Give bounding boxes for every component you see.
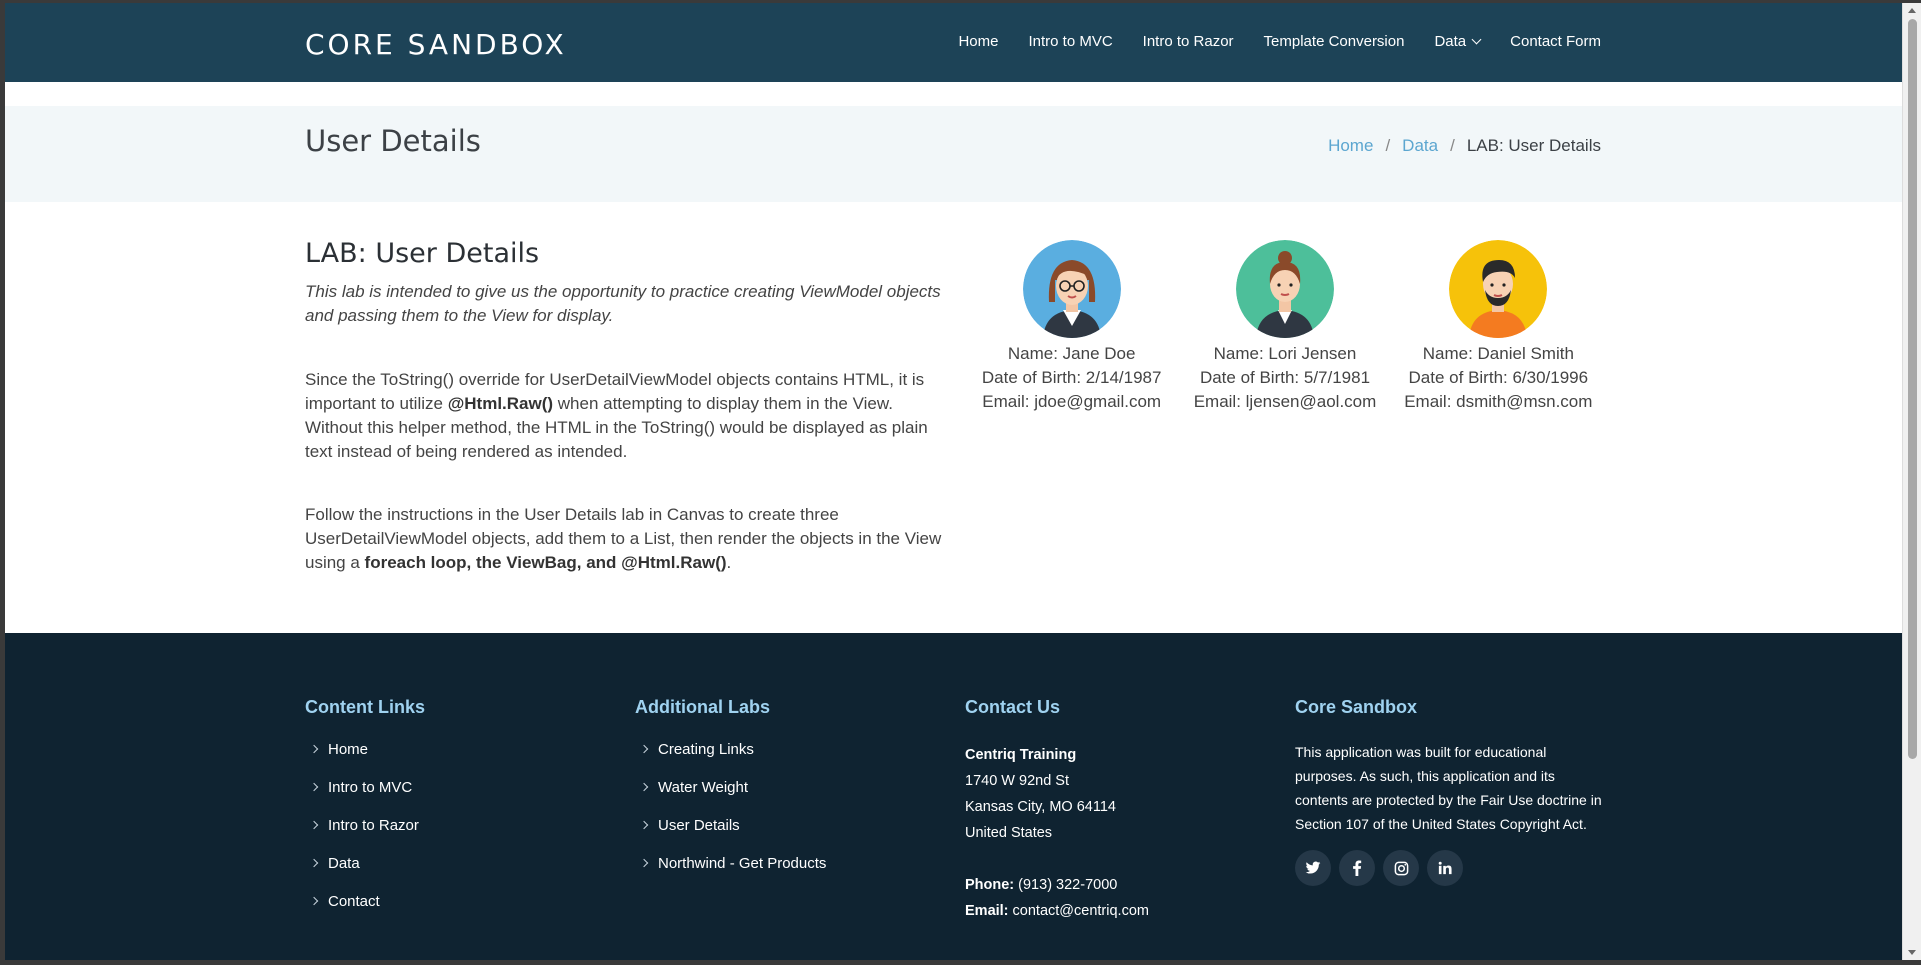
- user-email: Email: jdoe@gmail.com: [982, 392, 1162, 411]
- nav-home[interactable]: Home: [958, 33, 998, 50]
- site-header: CORE SANDBOX Home Intro to MVC Intro to …: [5, 3, 1902, 82]
- footer-link-user-details[interactable]: User Details: [635, 806, 935, 844]
- footer-link-creating-links[interactable]: Creating Links: [635, 730, 935, 768]
- phone-value: (913) 322-7000: [1014, 877, 1118, 893]
- social-links: [1295, 850, 1605, 886]
- footer-link-label: Intro to Razor: [328, 816, 419, 834]
- footer-link-northwind[interactable]: Northwind - Get Products: [635, 844, 935, 882]
- text: .: [726, 553, 732, 572]
- user-email: Email: dsmith@msn.com: [1404, 392, 1593, 411]
- site-logo[interactable]: CORE SANDBOX: [305, 28, 567, 61]
- scroll-down-icon[interactable]: [1908, 950, 1916, 955]
- site-footer: Content Links Home Intro to MVC Intro to…: [5, 633, 1902, 960]
- footer-link-intro-razor[interactable]: Intro to Razor: [305, 806, 605, 844]
- email-value[interactable]: contact@centriq.com: [1009, 903, 1149, 919]
- nav-data-label: Data: [1434, 33, 1467, 50]
- breadcrumb-separator: /: [1385, 136, 1391, 155]
- contact-email: Email: contact@centriq.com: [965, 898, 1265, 924]
- footer-content-links: Content Links Home Intro to MVC Intro to…: [305, 697, 605, 920]
- user-dob: Date of Birth: 6/30/1996: [1408, 368, 1589, 387]
- footer-heading: Additional Labs: [635, 697, 770, 717]
- woman-glasses-avatar: [1022, 240, 1121, 338]
- footer-link-water-weight[interactable]: Water Weight: [635, 768, 935, 806]
- footer-link-intro-mvc[interactable]: Intro to MVC: [305, 768, 605, 806]
- bold-text: foreach loop, the ViewBag, and @Html.Raw…: [364, 553, 727, 572]
- footer-heading: Content Links: [305, 697, 425, 717]
- breadcrumb-home[interactable]: Home: [1328, 136, 1373, 156]
- user-list: Name: Jane Doe Date of Birth: 2/14/1987 …: [965, 240, 1605, 414]
- user-card: Name: Jane Doe Date of Birth: 2/14/1987 …: [965, 240, 1178, 414]
- contact-phone: Phone: (913) 322-7000: [965, 872, 1265, 898]
- footer-heading: Core Sandbox: [1295, 697, 1418, 717]
- footer-link-home[interactable]: Home: [305, 730, 605, 768]
- main-nav: Home Intro to MVC Intro to Razor Templat…: [958, 33, 1601, 50]
- chevron-right-icon: [309, 744, 319, 754]
- contact-address2: Kansas City, MO 64114: [965, 799, 1116, 815]
- twitter-icon[interactable]: [1295, 850, 1331, 886]
- instagram-icon[interactable]: [1383, 850, 1419, 886]
- lab-intro: This lab is intended to give us the oppo…: [305, 282, 941, 325]
- footer-link-data[interactable]: Data: [305, 844, 605, 882]
- nav-data-dropdown[interactable]: Data: [1434, 33, 1482, 50]
- nav-intro-mvc[interactable]: Intro to MVC: [1028, 33, 1112, 50]
- page-title-bar: User Details Home / Data / LAB: User Det…: [5, 106, 1902, 202]
- chevron-right-icon: [639, 744, 649, 754]
- lab-title: LAB: User Details: [305, 238, 540, 269]
- page-title: User Details: [305, 124, 481, 158]
- chevron-right-icon: [309, 782, 319, 792]
- scroll-up-icon[interactable]: [1908, 8, 1916, 13]
- user-card: Name: Daniel Smith Date of Birth: 6/30/1…: [1392, 240, 1605, 414]
- about-text: This application was built for education…: [1295, 744, 1602, 832]
- nav-contact-form[interactable]: Contact Form: [1510, 33, 1601, 50]
- user-card: Name: Lori Jensen Date of Birth: 5/7/198…: [1178, 240, 1391, 414]
- footer-link-label: Creating Links: [658, 740, 754, 758]
- user-name: Name: Lori Jensen: [1213, 344, 1357, 363]
- breadcrumb-current: LAB: User Details: [1466, 136, 1601, 155]
- browser-viewport: CORE SANDBOX Home Intro to MVC Intro to …: [5, 3, 1902, 960]
- footer-additional-labs: Additional Labs Creating Links Water Wei…: [635, 697, 935, 882]
- breadcrumb-separator: /: [1450, 136, 1455, 155]
- breadcrumb: Home / Data / LAB: User Details: [1328, 136, 1601, 156]
- footer-link-label: Home: [328, 740, 369, 758]
- lab-paragraph-html-raw: Since the ToString() override for UserDe…: [305, 368, 945, 464]
- footer-link-label: User Details: [658, 816, 740, 834]
- user-dob: Date of Birth: 5/7/1981: [1199, 368, 1371, 387]
- man-beard-avatar: [1449, 240, 1548, 338]
- nav-template-conversion[interactable]: Template Conversion: [1264, 33, 1405, 50]
- chevron-right-icon: [639, 858, 649, 868]
- vertical-scrollbar[interactable]: [1902, 3, 1921, 960]
- contact-country: United States: [965, 825, 1053, 841]
- user-name: Name: Jane Doe: [1007, 344, 1136, 363]
- chevron-right-icon: [309, 820, 319, 830]
- user-email: Email: ljensen@aol.com: [1193, 392, 1377, 411]
- user-name: Name: Daniel Smith: [1422, 344, 1574, 363]
- scrollbar-thumb[interactable]: [1908, 19, 1917, 759]
- user-dob: Date of Birth: 2/14/1987: [981, 368, 1162, 387]
- chevron-right-icon: [309, 858, 319, 868]
- footer-heading: Contact Us: [965, 697, 1061, 717]
- breadcrumb-data[interactable]: Data: [1402, 136, 1438, 156]
- footer-link-label: Intro to MVC: [328, 778, 413, 796]
- chevron-down-icon: [1471, 34, 1482, 44]
- linkedin-icon[interactable]: [1427, 850, 1463, 886]
- footer-link-label: Data: [328, 854, 360, 872]
- email-label: Email:: [965, 903, 1009, 919]
- chevron-right-icon: [639, 782, 649, 792]
- footer-contact: Contact Us Centriq Training 1740 W 92nd …: [965, 697, 1265, 924]
- footer-link-contact[interactable]: Contact: [305, 882, 605, 920]
- footer-link-label: Contact: [328, 892, 380, 910]
- facebook-icon[interactable]: [1339, 850, 1375, 886]
- bold-text: @Html.Raw(): [447, 394, 554, 413]
- chevron-right-icon: [309, 896, 319, 906]
- footer-link-label: Northwind - Get Products: [658, 854, 827, 872]
- footer-about: Core Sandbox This application was built …: [1295, 697, 1605, 886]
- lab-paragraph-instructions: Follow the instructions in the User Deta…: [305, 503, 945, 575]
- nav-intro-razor[interactable]: Intro to Razor: [1143, 33, 1234, 50]
- woman-bun-avatar: [1235, 240, 1334, 338]
- contact-address1: 1740 W 92nd St: [965, 773, 1069, 789]
- contact-org: Centriq Training: [965, 747, 1077, 763]
- phone-label: Phone:: [965, 877, 1015, 893]
- chevron-right-icon: [639, 820, 649, 830]
- footer-link-label: Water Weight: [658, 778, 749, 796]
